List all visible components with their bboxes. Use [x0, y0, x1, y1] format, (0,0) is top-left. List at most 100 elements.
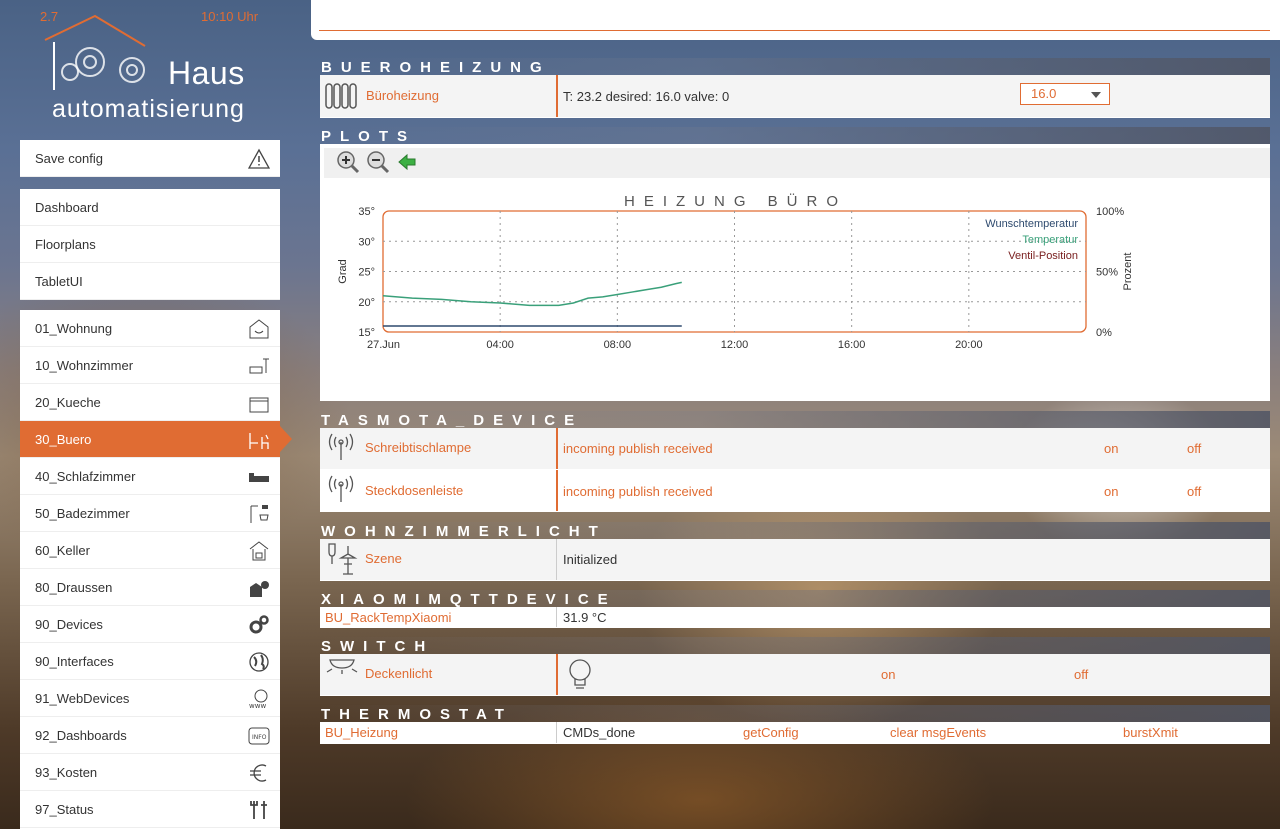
top-bar: [311, 0, 1280, 40]
antenna-icon: [328, 433, 354, 460]
device-link-bueroheizung[interactable]: Büroheizung: [366, 88, 439, 103]
room-item-devices[interactable]: 90_Devices: [20, 606, 280, 643]
y-tick-label: 35°: [358, 206, 375, 218]
menu-item-dashboard[interactable]: Dashboard: [20, 189, 280, 226]
room-item-dashboards[interactable]: 92_Dashboards INFO: [20, 717, 280, 754]
room-item-kosten[interactable]: 93_Kosten: [20, 754, 280, 791]
device-state: T: 23.2 desired: 16.0 valve: 0: [563, 89, 730, 104]
room-item-wohnzimmer[interactable]: 10_Wohnzimmer: [20, 347, 280, 384]
device-state: incoming publish received: [563, 484, 713, 499]
heizung-chart: HEIZUNG BÜRO 35° 30° 25° 20° 15° 100% 50% 0% 27.J…: [337, 192, 1134, 351]
save-config-button[interactable]: Save config: [20, 140, 280, 177]
plot-panel: HEIZUNG BÜRO 35° 30° 25° 20° 15° 100% 50% 0% 27.J…: [320, 144, 1270, 401]
column-divider: [556, 75, 558, 117]
y2-tick-label: 0%: [1096, 327, 1112, 339]
plot-toolbar: [324, 148, 1270, 178]
section-title-tasmota: TASMOTA_DEVICE: [320, 411, 1270, 428]
on-command[interactable]: on: [1104, 484, 1118, 499]
save-config-label: Save config: [35, 151, 103, 166]
room-item-interfaces[interactable]: 90_Interfaces: [20, 643, 280, 680]
room-item-keller[interactable]: 60_Keller: [20, 532, 280, 569]
y-tick-label: 20°: [358, 297, 375, 309]
device-link-szene[interactable]: Szene: [365, 551, 402, 566]
zoom-out-icon[interactable]: [366, 150, 392, 174]
room-item-schlafzimmer[interactable]: 40_Schlafzimmer: [20, 458, 280, 495]
room-item-kueche[interactable]: 20_Kueche: [20, 384, 280, 421]
top-bar-line: [319, 30, 1270, 31]
device-row-schreibtischlampe: Schreibtischlampe incoming publish recei…: [320, 428, 1270, 470]
info-icon: INFO: [248, 727, 270, 745]
menu-item-label: Floorplans: [35, 237, 96, 252]
bed-icon: [249, 473, 269, 482]
x-tick-label: 08:00: [604, 339, 632, 351]
device-row-bu-heizung: BU_Heizung CMDs_done getConfig clear msg…: [320, 722, 1270, 744]
y2-tick-label: 100%: [1096, 206, 1124, 218]
device-link-steckdosenleiste[interactable]: Steckdosenleiste: [365, 483, 463, 498]
device-link-bu-heizung[interactable]: BU_Heizung: [325, 725, 398, 740]
off-command[interactable]: off: [1074, 667, 1088, 682]
ceiling-light-icon: [326, 659, 358, 674]
room-label: 10_Wohnzimmer: [35, 358, 134, 373]
menu-item-label: Dashboard: [35, 200, 99, 215]
back-arrow-icon[interactable]: [398, 153, 416, 171]
menu-item-floorplans[interactable]: Floorplans: [20, 226, 280, 263]
room-label: 50_Badezimmer: [35, 506, 130, 521]
column-divider: [556, 722, 557, 743]
globe-icon: [249, 652, 269, 672]
save-config-panel: Save config: [20, 140, 280, 177]
column-divider: [556, 470, 558, 511]
menu-item-tabletui[interactable]: TabletUI: [20, 263, 280, 300]
desired-temp-value: 16.0: [1031, 86, 1057, 101]
burstxmit-command[interactable]: burstXmit: [1123, 725, 1178, 740]
main-menu: Dashboard Floorplans TabletUI: [20, 189, 280, 300]
logo[interactable]: 2.7 10:10 Uhr Haus automatisierung: [0, 0, 300, 130]
room-item-badezimmer[interactable]: 50_Badezimmer: [20, 495, 280, 532]
house-gears-icon: [44, 14, 146, 90]
y-tick-label: 25°: [358, 267, 375, 279]
room-item-draussen[interactable]: 80_Draussen: [20, 569, 280, 606]
room-item-webdevices[interactable]: 91_WebDevices www: [20, 680, 280, 717]
device-link-deckenlicht[interactable]: Deckenlicht: [365, 666, 432, 681]
room-item-buero[interactable]: 30_Buero: [20, 421, 292, 458]
off-command[interactable]: off: [1187, 484, 1201, 499]
house-smile-icon: [249, 319, 269, 339]
section-title-wohnzimmerlicht: WOHNZIMMERLICHT: [320, 522, 1270, 539]
device-link-schreibtischlampe[interactable]: Schreibtischlampe: [365, 440, 471, 455]
column-divider: [556, 428, 558, 469]
room-label: 90_Interfaces: [35, 654, 114, 669]
desired-temp-select[interactable]: 16.0: [1020, 83, 1110, 105]
euro-icon: [250, 764, 267, 782]
room-label: 90_Devices: [35, 617, 103, 632]
on-command[interactable]: on: [1104, 441, 1118, 456]
device-link-racktemp[interactable]: BU_RackTempXiaomi: [325, 610, 451, 625]
device-row-deckenlicht: Deckenlicht on off: [320, 654, 1270, 696]
www-icon: www: [249, 689, 268, 710]
room-label: 93_Kosten: [35, 765, 98, 780]
off-command[interactable]: off: [1187, 441, 1201, 456]
logo-subtitle: automatisierung: [52, 95, 245, 123]
zoom-in-icon[interactable]: [336, 150, 362, 174]
garden-icon: [250, 581, 269, 597]
room-label: 97_Status: [35, 802, 94, 817]
cellar-icon: [249, 541, 269, 561]
room-label: 80_Draussen: [35, 580, 113, 595]
antenna-icon: [328, 475, 354, 502]
room-label: 60_Keller: [35, 543, 90, 558]
column-divider: [556, 607, 557, 627]
column-divider: [556, 654, 558, 695]
room-item-status[interactable]: 97_Status: [20, 791, 280, 828]
shower-icon: [250, 505, 269, 523]
getconfig-command[interactable]: getConfig: [743, 725, 799, 740]
clear-msgevents-command[interactable]: clear msgEvents: [890, 725, 986, 740]
lightbulb-icon[interactable]: [567, 658, 593, 692]
section-title-bueroheizung: BUEROHEIZUNG: [320, 58, 1270, 75]
x-tick-label: 04:00: [486, 339, 514, 351]
on-command[interactable]: on: [881, 667, 895, 682]
radiator-icon: [325, 83, 357, 109]
device-row-steckdosenleiste: Steckdosenleiste incoming publish receiv…: [320, 470, 1270, 512]
room-item-wohnung[interactable]: 01_Wohnung: [20, 310, 280, 347]
device-row-racktemp: BU_RackTempXiaomi 31.9 °C: [320, 607, 1270, 628]
room-label: 20_Kueche: [35, 395, 101, 410]
section-title-xiaomi: XIAOMIMQTTDEVICE: [320, 590, 1270, 607]
x-tick-label: 27.Jun: [367, 339, 400, 351]
